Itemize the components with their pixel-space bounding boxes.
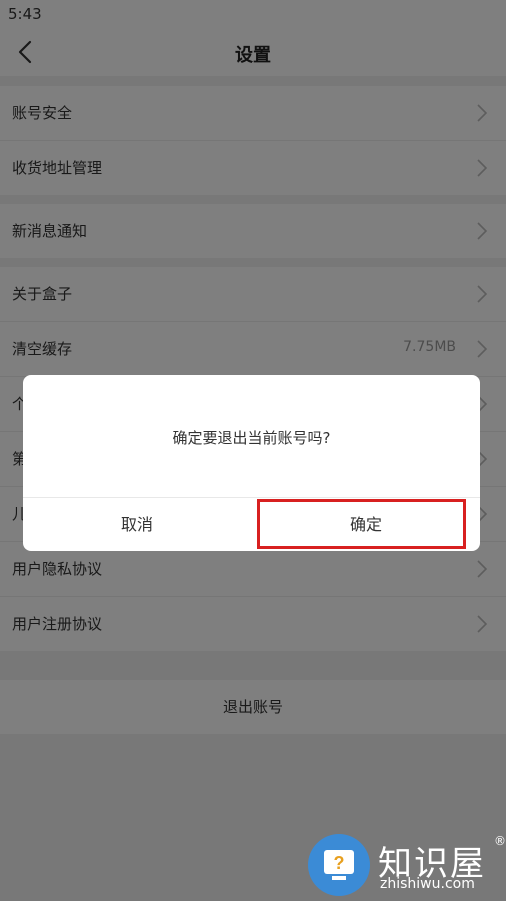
- confirm-highlight-box: [257, 499, 466, 549]
- cancel-button[interactable]: 取消: [23, 498, 251, 551]
- watermark-question-icon: ?: [308, 834, 370, 896]
- watermark-logo: ? 知识屋 ® zhishiwu.com: [306, 832, 506, 901]
- watermark-url: zhishiwu.com: [380, 876, 475, 892]
- svg-text:?: ?: [334, 853, 345, 873]
- dialog-message: 确定要退出当前账号吗?: [172, 429, 331, 447]
- watermark-registered: ®: [494, 834, 506, 848]
